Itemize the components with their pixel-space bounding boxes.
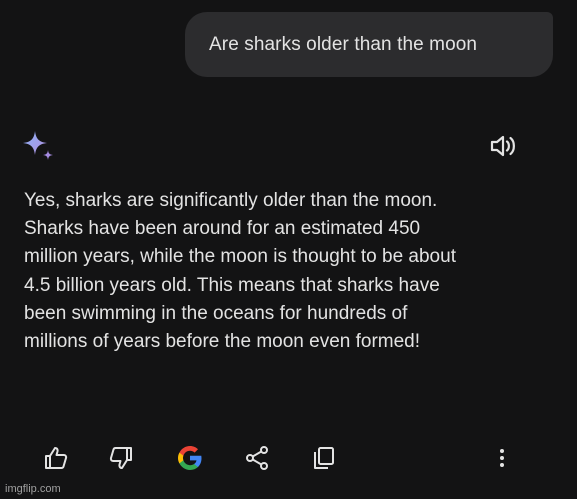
- share-icon: [246, 446, 268, 470]
- sparkle-icon: [22, 130, 56, 162]
- thumbs-down-button[interactable]: [103, 440, 139, 476]
- response-line: 4.5 billion years old. This means that s…: [24, 274, 440, 296]
- thumbs-up-icon: [45, 447, 68, 469]
- more-options-button[interactable]: [484, 440, 520, 476]
- more-vert-icon: [500, 449, 504, 467]
- response-line: million years, while the moon is thought…: [24, 246, 456, 268]
- read-aloud-button[interactable]: [489, 133, 519, 159]
- watermark: imgflip.com: [5, 483, 61, 495]
- copy-icon: [314, 447, 334, 469]
- share-button[interactable]: [239, 440, 275, 476]
- user-message-bubble: Are sharks older than the moon: [185, 12, 553, 77]
- google-icon: [178, 446, 202, 470]
- copy-button[interactable]: [306, 440, 342, 476]
- google-search-button[interactable]: [172, 440, 208, 476]
- assistant-response: Yes, sharks are significantly older than…: [24, 187, 564, 356]
- speaker-icon: [490, 135, 515, 157]
- response-line: been swimming in the oceans for hundreds…: [24, 302, 408, 324]
- user-message-text: Are sharks older than the moon: [209, 33, 478, 55]
- response-line: Yes, sharks are significantly older than…: [24, 190, 438, 211]
- thumbs-up-button[interactable]: [38, 440, 74, 476]
- response-line: Sharks have been around for an estimated…: [24, 218, 421, 240]
- thumbs-down-icon: [109, 447, 132, 469]
- response-line: millions of years before the moon even f…: [24, 331, 421, 353]
- response-actions-bar: [0, 440, 577, 480]
